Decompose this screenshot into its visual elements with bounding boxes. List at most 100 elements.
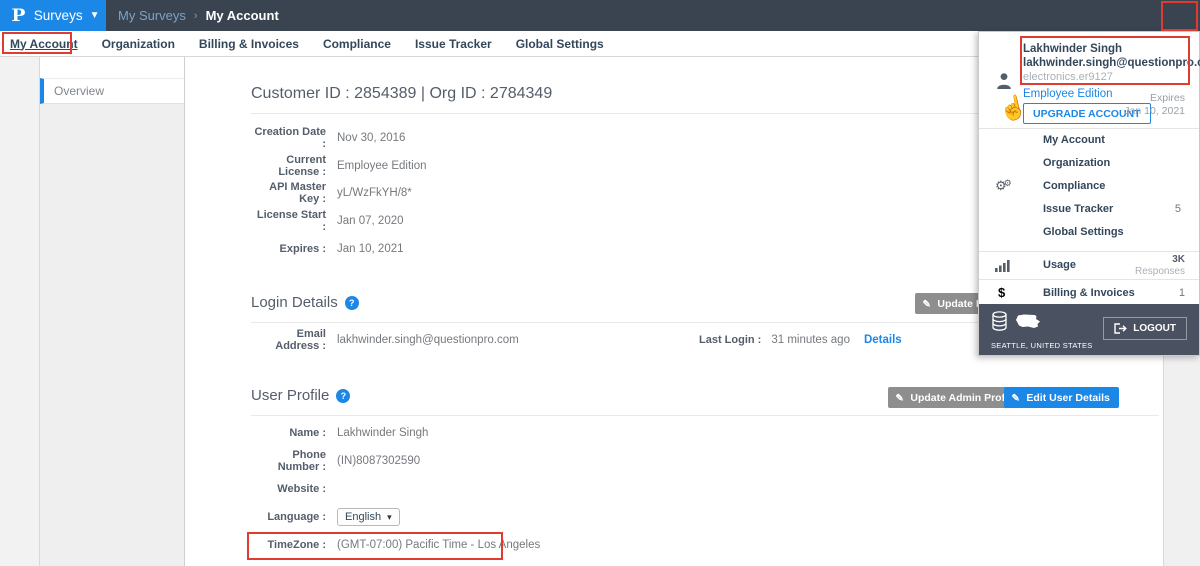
expires-date: Jan 10, 2021 [1124, 105, 1185, 118]
last-login-group: Last Login : 31 minutes ago Details [699, 334, 902, 346]
tab-compliance[interactable]: Compliance [323, 37, 391, 51]
field-value: yL/WzFkYH/8* [337, 187, 412, 199]
field-label: Language : [251, 511, 326, 523]
breadcrumb-my-surveys[interactable]: My Surveys [118, 8, 186, 23]
edit-user-details-label: Edit User Details [1026, 392, 1109, 404]
user-profile-heading: User Profile ? [251, 387, 350, 404]
field-value: (GMT-07:00) Pacific Time - Los Angeles [337, 539, 540, 551]
menu-item-billing-invoices[interactable]: $ Billing & Invoices 1 [979, 280, 1199, 307]
profile-rows: Name : Lakhwinder Singh Phone Number : (… [251, 419, 1153, 559]
sidebar-item-overview[interactable]: Overview [40, 78, 184, 104]
edit-icon: ✎ [896, 393, 907, 401]
edit-user-details-button[interactable]: ✎ Edit User Details [1004, 387, 1119, 408]
tab-global-settings[interactable]: Global Settings [516, 37, 604, 51]
usage-value: 3K [1135, 254, 1185, 266]
field-value: Lakhwinder Singh [337, 427, 428, 439]
dropdown-footer: SEATTLE, UNITED STATES LOGOUT [979, 304, 1199, 355]
usage-stat: 3K Responses [1135, 254, 1185, 278]
login-details-title: Login Details [251, 294, 338, 311]
language-row: Language : English ▾ [251, 503, 1153, 531]
field-label: Expires : [251, 243, 326, 255]
breadcrumb: My Surveys › My Account [118, 0, 279, 31]
user-dropdown-panel: Lakhwinder Singh lakhwinder.singh@questi… [978, 31, 1200, 356]
timezone-row: TimeZone : (GMT-07:00) Pacific Time - Lo… [251, 531, 1153, 559]
expires-word: Expires [1124, 92, 1185, 105]
sidebar-background [40, 104, 184, 566]
usage-unit: Responses [1135, 266, 1185, 278]
phone-number-row: Phone Number : (IN)8087302590 [251, 447, 1153, 475]
field-label: Email Address : [251, 328, 326, 352]
field-label: Creation Date : [251, 126, 326, 150]
app-window: P Surveys ▼ My Surveys › My Account Upgr… [0, 0, 1200, 566]
edit-icon: ✎ [923, 299, 934, 307]
left-rail [0, 57, 40, 566]
language-select[interactable]: English ▾ [337, 508, 400, 526]
menu-item-global-settings[interactable]: Global Settings [979, 221, 1199, 244]
user-profile-title: User Profile [251, 387, 329, 404]
tab-issue-tracker[interactable]: Issue Tracker [415, 37, 492, 51]
help-badge-icon[interactable]: ? [336, 389, 350, 403]
last-login-value: 31 minutes ago [771, 334, 850, 346]
tab-billing-invoices[interactable]: Billing & Invoices [199, 37, 299, 51]
field-label: TimeZone : [251, 539, 326, 551]
menu-item-my-account[interactable]: My Account [979, 129, 1199, 152]
dollar-icon: $ [998, 285, 1005, 300]
tab-organization[interactable]: Organization [102, 37, 175, 51]
customer-org-id: Customer ID : 2854389 | Org ID : 2784349 [251, 85, 552, 103]
menu-label: My Account [1043, 134, 1105, 146]
edition-link[interactable]: Employee Edition [1023, 88, 1113, 100]
logout-label: LOGOUT [1133, 323, 1176, 334]
field-value: (IN)8087302590 [337, 455, 420, 467]
menu-label: Issue Tracker [1043, 203, 1113, 215]
update-admin-profile-label: Update Admin Profile [910, 392, 1016, 404]
menu-item-organization[interactable]: Organization [979, 152, 1199, 175]
billing-value: 1 [1179, 287, 1185, 299]
menu-label: Compliance [1043, 180, 1105, 192]
menu-item-compliance[interactable]: ⚙⚙ Compliance [979, 175, 1199, 198]
topbar: P Surveys ▼ My Surveys › My Account Upgr… [0, 0, 1200, 31]
field-value: Jan 10, 2021 [337, 243, 404, 255]
breadcrumb-my-account: My Account [206, 8, 279, 23]
last-login-label: Last Login : [699, 334, 761, 346]
chevron-down-icon: ▼ [90, 10, 100, 21]
language-value: English [345, 511, 381, 523]
menu-label: Billing & Invoices [1043, 287, 1135, 299]
dropdown-user-email: lakhwinder.singh@questionpro.com [1023, 57, 1200, 69]
edit-icon: ✎ [1012, 393, 1023, 401]
field-label: API Master Key : [251, 181, 326, 205]
divider [251, 415, 1159, 416]
website-row: Website : [251, 475, 1153, 503]
field-value: lakhwinder.singh@questionpro.com [337, 334, 519, 346]
tab-my-account[interactable]: My Account [10, 37, 78, 51]
page-title: Customer ID : 2854389 | Org ID : 2784349 [251, 85, 552, 103]
dropdown-menu: My Account Organization ⚙⚙ Compliance Is… [979, 129, 1199, 243]
field-value: Jan 07, 2020 [337, 215, 404, 227]
logout-button[interactable]: LOGOUT [1103, 317, 1187, 340]
logout-icon [1114, 323, 1127, 334]
menu-label: Global Settings [1043, 226, 1124, 238]
menu-item-issue-tracker[interactable]: Issue Tracker 5 [979, 198, 1199, 221]
usage-bars-icon [995, 259, 1010, 277]
chevron-down-icon: ▾ [387, 512, 392, 523]
menu-item-usage[interactable]: Usage 3K Responses [979, 252, 1199, 279]
product-switcher[interactable]: P Surveys ▼ [0, 0, 106, 31]
billing-count: 1 [1179, 287, 1185, 299]
issue-count-badge: 5 [1175, 203, 1181, 215]
server-coins-icon [991, 311, 1008, 337]
user-icon [996, 72, 1012, 95]
help-badge-icon[interactable]: ? [345, 296, 359, 310]
menu-label: Organization [1043, 157, 1110, 169]
datacenter-location: SEATTLE, UNITED STATES [991, 341, 1093, 350]
dropdown-username: electronics.er9127 [1023, 71, 1113, 83]
gears-icon: ⚙⚙ [995, 178, 1012, 194]
expires-info: Expires Jan 10, 2021 [1124, 92, 1185, 118]
field-label: Phone Number : [251, 449, 326, 473]
name-row: Name : Lakhwinder Singh [251, 419, 1153, 447]
dropdown-user-name: Lakhwinder Singh [1023, 43, 1122, 55]
breadcrumb-separator-icon: › [194, 10, 198, 22]
sidebar: Overview [40, 57, 185, 566]
details-link[interactable]: Details [864, 334, 902, 346]
field-label: Name : [251, 427, 326, 439]
field-value: Employee Edition [337, 160, 427, 172]
field-label: License Start : [251, 209, 326, 233]
